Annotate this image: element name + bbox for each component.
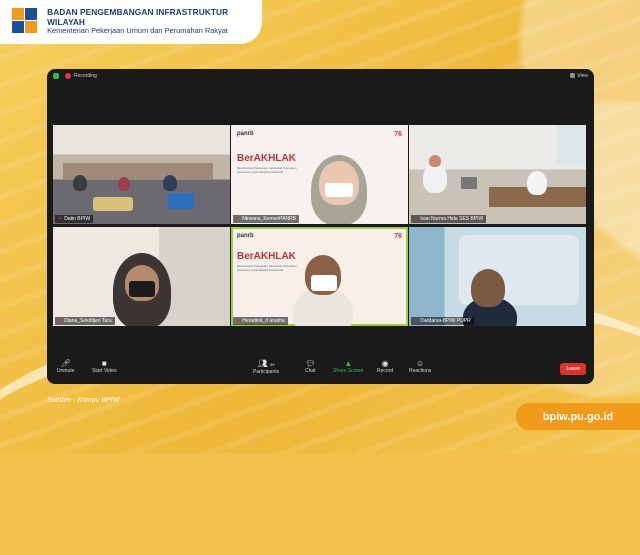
video-tile[interactable]: ✕ Datin BPIW	[53, 125, 230, 224]
muted-mic-icon: ✕	[58, 216, 63, 222]
bpiw-logo-icon	[12, 8, 41, 36]
org-subtitle: Kementerian Pekerjaan Umum dan Perumahan…	[47, 26, 228, 36]
video-tile[interactable]: ✕ Dwidarsa-BPIW PUPR	[409, 227, 586, 326]
zoom-toolbar: 🎤︎ Unmute ■ Start Video 👥︎ 39 Participan…	[47, 354, 594, 384]
view-label: View	[577, 73, 588, 79]
view-button[interactable]: ▦ View	[570, 73, 588, 79]
start-video-button[interactable]: ■ Start Video	[92, 359, 117, 374]
slide-headline: BerAKHLAK	[237, 251, 296, 262]
record-button[interactable]: ◉ Record	[377, 359, 393, 374]
video-tile-active[interactable]: panrb 76 BerAKHLAK Berorientasi Pelayana…	[231, 227, 408, 326]
grid-icon: ▦	[569, 73, 576, 79]
recording-icon	[65, 73, 71, 79]
website-badge[interactable]: bpiw.pu.go.id	[516, 403, 640, 430]
share-screen-icon: ▲	[344, 359, 353, 368]
participant-name: ✕ Nirwana_KemenPANRB	[233, 215, 300, 223]
zoom-meeting-window: Recording ▦ View ✕ Datin BPIW panrb 76 Be…	[47, 69, 594, 384]
participants-button[interactable]: 👥︎ 39 Participants	[253, 359, 279, 375]
participant-name: ✕ Dwidarsa-BPIW PUPR	[411, 317, 474, 325]
participant-name: ✕ Ivan Nurma Hida SES BPIW	[411, 215, 487, 223]
participant-name: ✕ Datin BPIW	[55, 215, 94, 223]
chat-button[interactable]: 💬︎ Chat	[305, 359, 316, 374]
muted-mic-icon: ✕	[236, 216, 241, 222]
zoom-top-bar: Recording ▦ View	[47, 69, 594, 83]
slide-subtext: Berorientasi Pelayanan Akuntabel Kompete…	[237, 166, 297, 174]
share-screen-button[interactable]: ▲ Share Screen	[333, 359, 364, 374]
unmute-button[interactable]: 🎤︎ Unmute	[57, 359, 75, 374]
anniversary-logo: 76	[394, 233, 402, 240]
video-tile[interactable]: panrb 76 BerAKHLAK Berorientasi Pelayana…	[231, 125, 408, 224]
video-tile[interactable]: ✕ Diana_Sekditjen Taru	[53, 227, 230, 326]
video-tile[interactable]: ✕ Ivan Nurma Hida SES BPIW	[409, 125, 586, 224]
header-banner: BADAN PENGEMBANGAN INFRASTRUKTUR WILAYAH…	[0, 0, 262, 44]
recording-label: Recording	[74, 73, 97, 79]
panrb-logo: panrb	[237, 131, 254, 137]
chat-icon: 💬︎	[305, 359, 316, 368]
muted-mic-icon: ✕	[236, 318, 241, 324]
participant-name: ✕ Heradinb_d anama	[233, 317, 288, 325]
org-title: BADAN PENGEMBANGAN INFRASTRUKTUR WILAYAH	[47, 7, 229, 27]
leave-button[interactable]: Leave	[560, 363, 586, 375]
participant-name: ✕ Diana_Sekditjen Taru	[55, 317, 115, 325]
participants-icon: 👥︎ 39	[257, 359, 275, 368]
muted-mic-icon: ✕	[414, 318, 419, 324]
reactions-icon: ☺	[416, 359, 425, 368]
muted-mic-icon: ✕	[58, 318, 63, 324]
record-icon: ◉	[381, 359, 389, 368]
source-caption: Sumber : Kompu BPIW	[47, 397, 120, 404]
anniversary-logo: 76	[394, 131, 402, 138]
muted-mic-icon: 🎤︎	[60, 359, 71, 368]
muted-mic-icon: ✕	[414, 216, 419, 222]
slide-subtext: Berorientasi Pelayanan Akuntabel Kompete…	[237, 264, 297, 272]
shield-icon[interactable]	[53, 73, 59, 79]
panrb-logo: panrb	[237, 233, 254, 239]
video-off-icon: ■	[101, 359, 107, 368]
slide-headline: BerAKHLAK	[237, 153, 296, 164]
reactions-button[interactable]: ☺ Reactions	[409, 359, 431, 374]
